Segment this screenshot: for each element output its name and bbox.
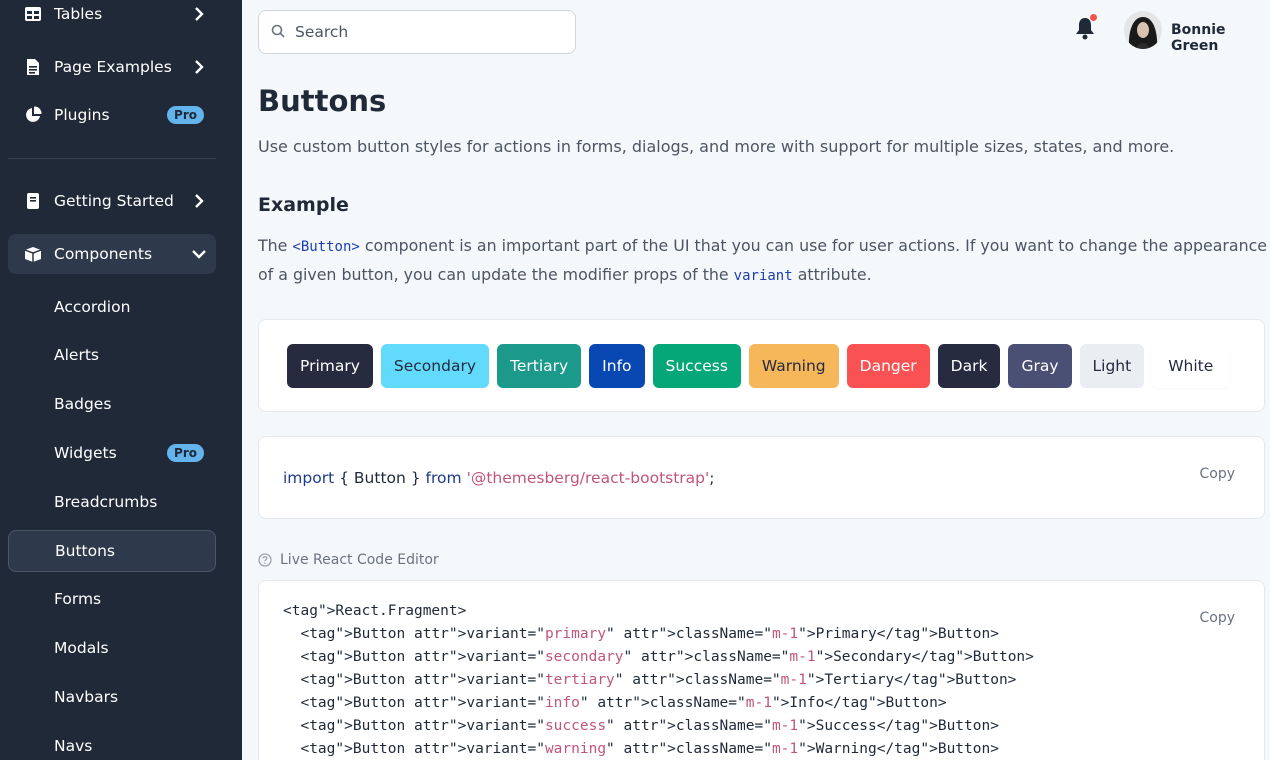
sidebar-item-tables[interactable]: Tables xyxy=(8,0,216,34)
gray-button[interactable]: Gray xyxy=(1008,344,1072,388)
dark-button[interactable]: Dark xyxy=(937,344,1001,388)
page-description: Use custom button styles for actions in … xyxy=(258,137,1175,156)
notification-dot xyxy=(1090,14,1097,21)
bell-icon xyxy=(1074,18,1096,44)
sidebar-item-label: Navbars xyxy=(54,688,119,706)
code-line: <tag">Button attr">variant="primary" att… xyxy=(283,626,999,642)
search-input[interactable] xyxy=(295,23,555,41)
danger-button[interactable]: Danger xyxy=(846,344,930,388)
chevron-right-icon xyxy=(192,7,206,21)
section-title: Example xyxy=(258,194,349,216)
sidebar-item-label: Getting Started xyxy=(54,192,174,210)
copy-button[interactable]: Copy xyxy=(1199,610,1235,626)
copy-button[interactable]: Copy xyxy=(1199,466,1235,482)
sidebar: Tables Page Examples Plugins Pro Getting… xyxy=(0,0,242,760)
sidebar-item-label: Badges xyxy=(54,395,112,413)
book-icon xyxy=(24,192,42,210)
sidebar-sub-item-alerts[interactable]: Alerts xyxy=(8,334,216,376)
pro-badge: Pro xyxy=(167,444,204,462)
sidebar-item-label: Modals xyxy=(54,639,109,657)
sidebar-item-label: Alerts xyxy=(54,346,99,364)
code-line: <tag">Button attr">variant="info" attr">… xyxy=(283,695,947,711)
success-button[interactable]: Success xyxy=(652,344,741,388)
live-editor-label: Live React Code Editor xyxy=(258,552,439,568)
table-icon xyxy=(24,5,42,23)
page-title: Buttons xyxy=(258,84,387,118)
sidebar-sub-item-navbars[interactable]: Navbars xyxy=(8,676,216,718)
search-box xyxy=(258,10,576,54)
sidebar-item-label: Forms xyxy=(54,590,102,608)
user-name[interactable]: Bonnie Green xyxy=(1171,22,1270,54)
chevron-down-icon xyxy=(192,247,206,261)
inline-code: variant xyxy=(733,268,793,284)
sidebar-item-label: Widgets xyxy=(54,444,117,462)
sidebar-sub-item-navs[interactable]: Navs xyxy=(8,725,216,760)
sidebar-item-plugins[interactable]: Plugins Pro xyxy=(8,95,216,135)
chevron-right-icon xyxy=(192,194,206,208)
white-button[interactable]: White xyxy=(1152,344,1230,388)
sidebar-item-label: Page Examples xyxy=(54,58,172,76)
inline-code: <Button> xyxy=(292,239,360,255)
document-icon xyxy=(24,58,42,76)
sidebar-sub-item-buttons[interactable]: Buttons xyxy=(8,530,216,572)
pro-badge: Pro xyxy=(167,106,204,124)
sidebar-item-page-examples[interactable]: Page Examples xyxy=(8,47,216,87)
box-icon xyxy=(24,245,42,263)
tertiary-button[interactable]: Tertiary xyxy=(497,344,582,388)
sidebar-sub-item-forms[interactable]: Forms xyxy=(8,578,216,620)
code-line: <tag">Button attr">variant="warning" att… xyxy=(283,741,999,757)
sidebar-sub-item-widgets[interactable]: Widgets Pro xyxy=(8,432,216,474)
sidebar-item-label: Buttons xyxy=(55,542,115,560)
sidebar-item-label: Breadcrumbs xyxy=(54,493,158,511)
sidebar-item-label: Components xyxy=(54,245,153,263)
sidebar-divider xyxy=(8,158,216,159)
light-button[interactable]: Light xyxy=(1079,344,1145,388)
avatar[interactable] xyxy=(1124,11,1162,49)
sidebar-item-label: Navs xyxy=(54,737,93,755)
help-circle-icon xyxy=(258,553,272,567)
code-line: <tag">Button attr">variant="secondary" a… xyxy=(283,649,1034,665)
sidebar-item-label: Tables xyxy=(54,5,103,23)
warning-button[interactable]: Warning xyxy=(748,344,839,388)
info-button[interactable]: Info xyxy=(589,344,645,388)
search-icon xyxy=(271,23,285,42)
buttons-preview-card: Primary Secondary Tertiary Info Success … xyxy=(258,319,1265,412)
sidebar-sub-item-modals[interactable]: Modals xyxy=(8,627,216,669)
import-code-card: import { Button } from '@themesberg/reac… xyxy=(258,436,1265,519)
code-line: <tag">React.Fragment> xyxy=(283,603,467,619)
secondary-button[interactable]: Secondary xyxy=(380,344,489,388)
notifications-button[interactable] xyxy=(1074,14,1098,44)
chevron-right-icon xyxy=(192,60,206,74)
sidebar-item-label: Accordion xyxy=(54,298,131,316)
code-line: <tag">Button attr">variant="tertiary" at… xyxy=(283,672,1017,688)
example-paragraph: The <Button> component is an important p… xyxy=(258,236,1267,284)
primary-button[interactable]: Primary xyxy=(287,344,373,388)
sidebar-item-getting-started[interactable]: Getting Started xyxy=(8,181,216,221)
sidebar-sub-item-badges[interactable]: Badges xyxy=(8,383,216,425)
pie-chart-icon xyxy=(24,106,42,124)
import-code-line: import { Button } from '@themesberg/reac… xyxy=(283,469,715,487)
button-row: Primary Secondary Tertiary Info Success … xyxy=(287,344,1230,388)
sidebar-item-components[interactable]: Components xyxy=(8,234,216,274)
code-line: <tag">Button attr">variant="success" att… xyxy=(283,718,999,734)
live-code-editor[interactable]: Copy <tag">React.Fragment> <tag">Button … xyxy=(258,580,1265,760)
sidebar-sub-item-accordion[interactable]: Accordion xyxy=(8,286,216,328)
sidebar-sub-item-breadcrumbs[interactable]: Breadcrumbs xyxy=(8,481,216,523)
